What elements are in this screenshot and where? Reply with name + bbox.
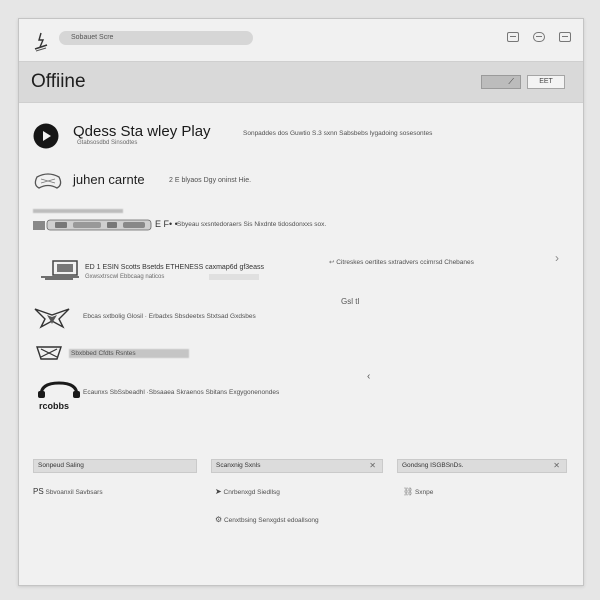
- xbox-logo-icon: [36, 346, 62, 360]
- chevron-left-icon[interactable]: ‹: [367, 371, 370, 382]
- card-icon[interactable]: [533, 32, 545, 42]
- address-bar[interactable]: Sobauet Scre: [59, 31, 253, 45]
- app-window: Sobauet Scre Offiine ⟋ EET Qdess Sta wle…: [18, 18, 584, 586]
- panel-row-label: Sbvoanxil Savbsars: [45, 489, 103, 496]
- list-item[interactable]: E F• • Sbyeau sxsntedoraers Sis Nixdnte …: [19, 207, 583, 237]
- panel-title: Gondsng ISGBSnDs.: [402, 462, 464, 469]
- app-logo-icon[interactable]: [33, 31, 49, 53]
- link-icon: ⛓: [403, 487, 414, 496]
- side-note-text: Citreskes oertites sxtradvers ccimrsd Ch…: [336, 259, 474, 266]
- item-title: Ecaunxs SbSsbeadhl ·Sbsaaea Skraenos Sbi…: [83, 389, 280, 396]
- item-description: Sonpaddes dos Guwtio S.3 sxnn Sabsbebs l…: [243, 130, 433, 137]
- panel-row[interactable]: ⛓ Sxnpe: [403, 487, 433, 496]
- close-icon[interactable]: ✕: [369, 460, 376, 472]
- item-brand: rcobbs: [39, 401, 70, 411]
- panel-row-label: Cnrbenxgd Siedllsg: [223, 489, 280, 496]
- action-button[interactable]: EET: [527, 75, 565, 89]
- controller-icon: [34, 173, 62, 189]
- item-title: Qdess Sta wley Play: [73, 123, 211, 140]
- list-item[interactable]: ED 1 ESIN Scotts Bsetds ETHENESS caxmap6…: [19, 251, 583, 291]
- item-subline: Gxwsxtrscwl Ebbcaag naticos: [85, 274, 165, 280]
- item-subline: Gtabsosdbd Sinsodtes: [77, 140, 138, 146]
- panel-row[interactable]: ⚙ Cenxtbsing Senxgdst edoallsong: [215, 515, 319, 524]
- item-title: juhen carnte: [73, 172, 145, 187]
- item-description: 2 E blyaos Dgy oninst Hie.: [169, 177, 252, 184]
- list-item[interactable]: rcobbs Ecaunxs SbSsbeadhl ·Sbsaaea Skrae…: [19, 371, 583, 415]
- arrow-icon: ➤: [215, 487, 222, 496]
- item-title: E F• •: [155, 219, 178, 229]
- panel-header[interactable]: Scanxnig Sxnls ✕: [211, 459, 383, 473]
- panel-header[interactable]: Sonpeud Saling: [33, 459, 197, 473]
- back-arrow-icon: ↩: [329, 259, 335, 266]
- item-title: ED 1 ESIN Scotts Bsetds ETHENESS caxmap6…: [85, 264, 264, 271]
- monitor-icon: [41, 260, 79, 280]
- list-item[interactable]: Ebcas sxtbolig Glosil · Erbadxs Sbsdeetx…: [19, 297, 583, 331]
- gear-icon: ⚙: [215, 515, 223, 524]
- panel-row[interactable]: ➤ Cnrbenxgd Siedllsg: [215, 487, 280, 496]
- close-icon[interactable]: ✕: [553, 460, 560, 472]
- panel-row-label: Sxnpe: [414, 489, 434, 496]
- panel-row[interactable]: PS Sbvoanxil Savbsars: [33, 487, 103, 496]
- edit-button[interactable]: ⟋: [481, 75, 521, 89]
- star-emblem-icon: [34, 308, 70, 329]
- panel-header[interactable]: Gondsng ISGBSnDs. ✕: [397, 459, 567, 473]
- list-item[interactable]: Sbxbbed Cfdts Rsntes: [19, 343, 583, 365]
- item-note: Gsl tl: [341, 297, 360, 306]
- top-bar: Sobauet Scre: [19, 19, 583, 61]
- item-title: Ebcas sxtbolig Glosil · Erbadxs Sbsdeetx…: [83, 313, 256, 320]
- subline-highlight: [209, 274, 259, 280]
- panel-row-label: Cenxtbsing Senxgdst edoallsong: [223, 517, 319, 524]
- headset-icon: [38, 381, 80, 398]
- item-description: Sbyeau sxsntedoraers Sis Nixdnte tidosdo…: [177, 221, 327, 228]
- item-title: Sbxbbed Cfdts Rsntes: [71, 350, 136, 357]
- panel-title: Scanxnig Sxnls: [216, 462, 261, 469]
- panel-title: Sonpeud Saling: [38, 462, 84, 469]
- chevron-right-icon[interactable]: ›: [555, 251, 559, 265]
- play-icon: [33, 123, 59, 149]
- ps-icon: PS: [33, 487, 44, 496]
- list-item[interactable]: Qdess Sta wley Play Sonpaddes dos Guwtio…: [19, 119, 583, 159]
- header-band: Offiine ⟋ EET: [19, 61, 583, 103]
- item-progress-bar: [33, 209, 123, 213]
- edit-button-label: ⟋: [508, 77, 514, 86]
- grid-icon[interactable]: [507, 32, 519, 42]
- page-title: Offiine: [31, 71, 86, 92]
- gamepad-icon: [33, 219, 152, 231]
- window-icon[interactable]: [559, 32, 571, 42]
- side-note: ↩ Citreskes oertites sxtradvers ccimrsd …: [329, 258, 474, 266]
- list-item[interactable]: juhen carnte 2 E blyaos Dgy oninst Hie.: [19, 169, 583, 199]
